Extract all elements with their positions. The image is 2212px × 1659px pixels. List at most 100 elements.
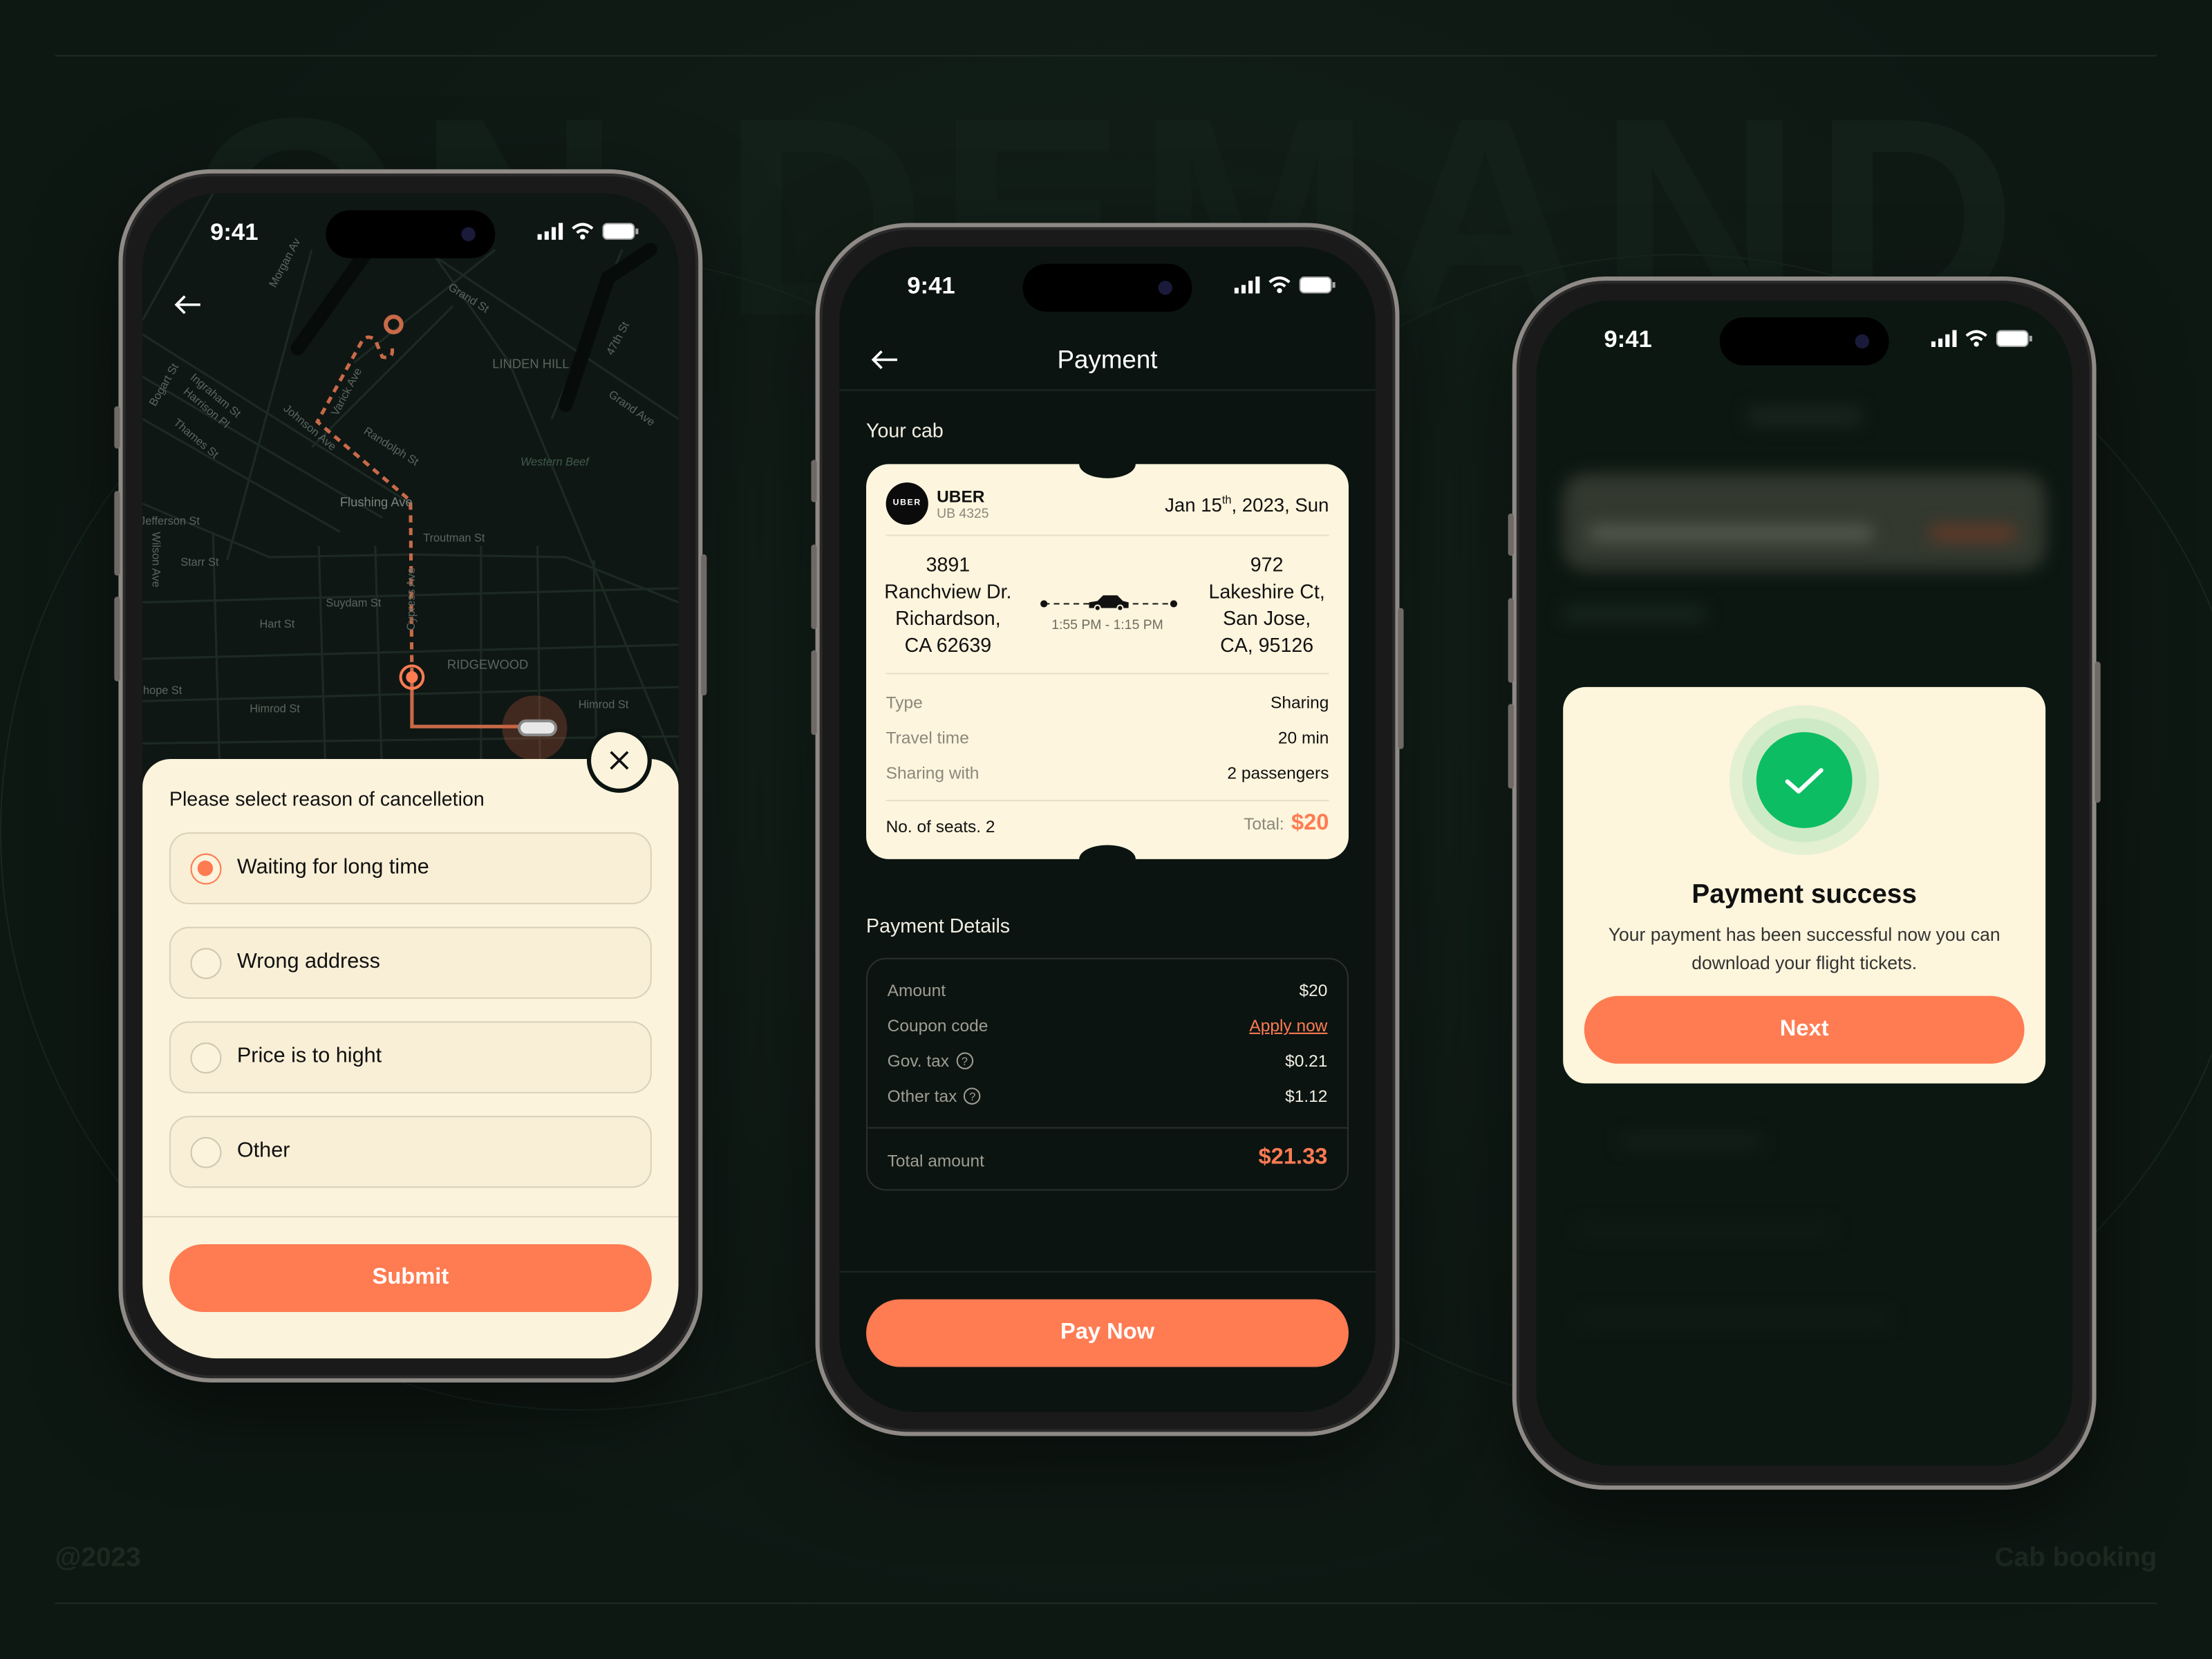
map-label: Starr St: [180, 556, 219, 569]
dynamic-island: [1022, 263, 1192, 312]
help-icon[interactable]: ?: [964, 1087, 982, 1105]
reason-option[interactable]: Other: [169, 1116, 652, 1188]
vehicle-code: UB 4325: [937, 506, 989, 523]
reason-option[interactable]: Wrong address: [169, 926, 652, 999]
status-icons: [1234, 276, 1336, 294]
status-time: 9:41: [1604, 326, 1652, 353]
ticket-total: Total: $20: [1244, 811, 1329, 836]
reason-label: Price is to hight: [236, 1044, 382, 1068]
sharing-label: Sharing with: [885, 763, 980, 783]
map-label: Wilson Ave: [149, 532, 162, 588]
footer-year: @2023: [55, 1543, 141, 1573]
dynamic-island: [1719, 317, 1889, 366]
divider: [142, 1216, 679, 1218]
map[interactable]: Grand St LINDEN HILL 47th St Grand Ave B…: [142, 193, 679, 786]
success-screen: 9:41 Payment success Your payment has be…: [1536, 300, 2072, 1466]
wifi-icon: [1268, 276, 1291, 294]
back-arrow-icon[interactable]: [174, 293, 202, 316]
dialog-title: Payment success: [1691, 880, 1917, 910]
reason-option[interactable]: Price is to hight: [169, 1021, 652, 1094]
map-label: RIDGEWOOD: [447, 657, 529, 672]
dialog-message: Your payment has been successful now you…: [1608, 924, 2000, 974]
battery-icon: [1299, 276, 1335, 294]
map-label: Western Beef: [521, 456, 589, 469]
success-dialog: Payment success Your payment has been su…: [1563, 686, 2046, 1084]
cab-ticket-card: UBER UBER UB 4325 Jan 15th, 2023, Sun 38…: [866, 450, 1349, 874]
sheet-title: Please select reason of cancelletion: [169, 787, 485, 810]
battery-icon: [602, 223, 639, 240]
map-label: Himrod St: [250, 702, 300, 715]
help-icon[interactable]: ?: [956, 1052, 973, 1069]
checkmark-icon: [1785, 768, 1824, 794]
travel-time-label: Travel time: [885, 728, 969, 748]
pickup-address: 3891 Ranchview Dr. Richardson, CA 62639: [884, 552, 1012, 656]
map-label: LINDEN HILL: [492, 357, 570, 371]
cancellation-sheet: Please select reason of cancelletion Wai…: [142, 758, 679, 1359]
divider: [839, 389, 1376, 391]
wifi-icon: [572, 223, 594, 240]
reason-label: Other: [236, 1138, 290, 1163]
apply-coupon-link[interactable]: Apply now: [1249, 1015, 1327, 1035]
car-icon: [517, 719, 558, 737]
phone-success: 9:41 Payment success Your payment has be…: [1508, 276, 2101, 1490]
dynamic-island: [326, 210, 496, 259]
total-amount-label: Total amount: [887, 1151, 984, 1171]
phone-cancel: Grand St LINDEN HILL 47th St Grand Ave B…: [114, 169, 707, 1382]
type-label: Type: [885, 693, 923, 713]
map-label: Hart St: [259, 617, 295, 631]
radio-button[interactable]: [190, 1136, 222, 1168]
divider: [839, 1271, 1376, 1273]
wifi-icon: [1965, 330, 1987, 347]
status-icons: [1931, 330, 2033, 348]
status-time: 9:41: [907, 272, 955, 299]
total-amount-value: $21.33: [1258, 1145, 1328, 1170]
map-label: Stanhope St: [142, 684, 182, 697]
battery-icon: [1996, 330, 2032, 348]
map-label: Suydam St: [326, 597, 382, 610]
map-label: Cypress Ave: [404, 567, 418, 631]
next-button[interactable]: Next: [1584, 995, 2025, 1064]
close-icon: [610, 751, 629, 770]
status-time: 9:41: [210, 218, 259, 246]
page-title: Payment: [1057, 345, 1158, 374]
uber-logo: UBER: [885, 482, 928, 525]
seats-count: No. of seats. 2: [885, 816, 995, 837]
pickup-target-icon: [399, 664, 425, 690]
signal-icon: [537, 223, 563, 240]
payment-details-card: Amount $20 Coupon code Apply now Gov. ta…: [866, 957, 1349, 1191]
radio-button[interactable]: [190, 948, 222, 980]
type-value: Sharing: [1270, 693, 1329, 713]
dropoff-address: 972 Lakeshire Ct, San Jose, CA, 95126: [1208, 552, 1325, 656]
map-label: Flushing Ave: [339, 495, 413, 509]
footer-title: Cab booking: [1994, 1543, 2157, 1573]
signal-icon: [1234, 276, 1260, 294]
pay-now-button[interactable]: Pay Now: [866, 1299, 1349, 1367]
coupon-label: Coupon code: [887, 1015, 988, 1035]
radio-button[interactable]: [190, 853, 222, 885]
provider-name: UBER: [937, 487, 985, 507]
destination-pin-icon: [384, 315, 404, 335]
map-roads: [142, 193, 679, 786]
amount-value: $20: [1299, 980, 1328, 1000]
section-label: Payment Details: [866, 914, 1011, 937]
reason-label: Wrong address: [236, 949, 380, 974]
divider: [55, 1602, 2157, 1604]
payment-screen: 9:41 Payment Your cab UBER UBER UB 4325 …: [839, 247, 1376, 1412]
map-label: Troutman St: [423, 532, 485, 545]
map-label: Himrod St: [578, 698, 629, 711]
other-tax-value: $1.12: [1285, 1086, 1328, 1106]
reason-option[interactable]: Waiting for long time: [169, 832, 652, 905]
time-range: 1:55 PM - 1:15 PM: [1051, 617, 1163, 634]
travel-time-value: 20 min: [1277, 728, 1329, 748]
route-car-icon: [1040, 595, 1178, 612]
showcase-canvas: ON DEMAND @2023 Cab booking Grand St LIN…: [0, 0, 2212, 1659]
radio-button[interactable]: [190, 1042, 222, 1074]
phone-payment: 9:41 Payment Your cab UBER UBER UB 4325 …: [811, 223, 1404, 1436]
cancel-screen: Grand St LINDEN HILL 47th St Grand Ave B…: [142, 193, 679, 1359]
submit-button[interactable]: Submit: [169, 1244, 652, 1312]
gov-tax-value: $0.21: [1285, 1051, 1328, 1071]
sharing-value: 2 passengers: [1227, 763, 1329, 783]
amount-label: Amount: [887, 980, 946, 1000]
status-icons: [537, 223, 639, 240]
close-button[interactable]: [586, 728, 652, 793]
